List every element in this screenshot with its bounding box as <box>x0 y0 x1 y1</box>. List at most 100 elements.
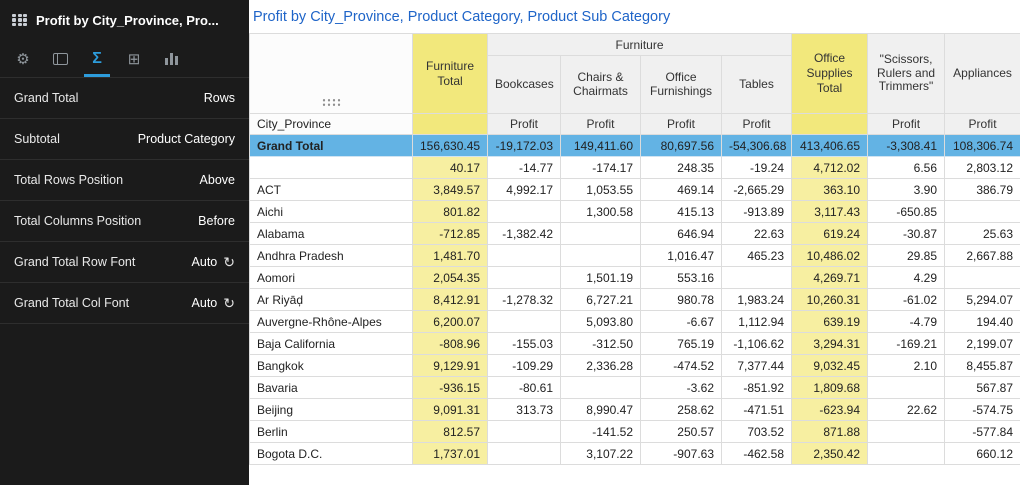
chart-icon[interactable] <box>158 40 184 77</box>
column-header-chairs-chairmats[interactable]: Chairs & Chairmats <box>560 55 641 114</box>
value-cell: 1,501.19 <box>560 266 641 289</box>
value-cell: 22.62 <box>867 398 946 421</box>
city-cell: Bangkok <box>249 354 413 377</box>
value-cell: 40.17 <box>412 156 488 179</box>
measure-header-profit[interactable]: Profit <box>640 113 722 135</box>
column-header-scissors-rulers-and-trimmers[interactable]: "Scissors, Rulers and Trimmers" <box>867 33 946 114</box>
grand-total-row: Grand Total 156,630.45 -19,172.03 149,411.6… <box>249 134 1020 157</box>
city-cell: Beijing <box>249 398 413 421</box>
city-cell: Ar Riyāḑ <box>249 288 413 311</box>
table-row-alabama: Alabama -712.85 -1,382.42 646.94 22.63 619.24… <box>249 222 1020 245</box>
value-cell: -4.79 <box>867 310 946 333</box>
setting-subtotal[interactable]: Subtotal Product Category <box>0 119 249 160</box>
grand-total-value-cell: -19,172.03 <box>487 134 561 157</box>
refresh-icon[interactable]: ↻ <box>223 255 235 269</box>
measure-header-blank <box>791 113 869 135</box>
column-header-furniture-total[interactable]: Furniture Total <box>412 33 488 114</box>
column-header-appliances[interactable]: Appliances <box>944 33 1020 114</box>
setting-grand-total-col-font[interactable]: Grand Total Col Font Auto ↻ <box>0 283 249 324</box>
value-cell: 6.56 <box>867 156 946 179</box>
value-cell: -80.61 <box>487 376 561 399</box>
table-row-andhra-pradesh: Andhra Pradesh 1,481.70 1,016.47 465.23 10,4… <box>249 244 1020 267</box>
drag-handle-icon[interactable] <box>321 98 341 106</box>
city-cell: Alabama <box>249 222 413 245</box>
value-cell: 8,990.47 <box>560 398 641 421</box>
setting-total-rows-position[interactable]: Total Rows Position Above <box>0 160 249 201</box>
setting-grand-total[interactable]: Grand Total Rows <box>0 78 249 119</box>
value-cell: -2,665.29 <box>720 178 793 201</box>
table-corner <box>249 33 413 114</box>
sigma-icon[interactable]: Σ <box>84 40 110 77</box>
measure-header-profit[interactable]: Profit <box>720 113 793 135</box>
value-cell: 2,350.42 <box>791 442 869 465</box>
column-header-office-supplies-total[interactable]: Office Supplies Total <box>791 33 869 114</box>
setting-total-columns-position[interactable]: Total Columns Position Before <box>0 201 249 242</box>
value-cell: 313.73 <box>487 398 561 421</box>
value-cell: 703.52 <box>720 420 793 443</box>
value-cell <box>560 222 641 245</box>
value-cell <box>944 266 1020 289</box>
table-row-blank: 40.17 -14.77 -174.17 248.35 -19.24 4,712.02 6.… <box>249 156 1020 179</box>
value-cell: 3,849.57 <box>412 178 488 201</box>
pivot-table-wrap: Furniture Total Furniture Office Supplies … <box>249 33 1020 465</box>
value-cell: 1,112.94 <box>720 310 793 333</box>
city-cell: Bavaria <box>249 376 413 399</box>
value-cell: 25.63 <box>944 222 1020 245</box>
value-cell: 3,107.22 <box>560 442 641 465</box>
setting-value[interactable]: Rows <box>204 91 235 105</box>
layout-icon[interactable] <box>47 40 73 77</box>
value-cell: 980.78 <box>640 288 722 311</box>
row-dimension-header[interactable]: City_Province <box>249 113 413 135</box>
column-group-furniture[interactable]: Furniture <box>486 33 793 56</box>
grand-total-value-cell: -3,308.41 <box>867 134 946 157</box>
city-cell: Andhra Pradesh <box>249 244 413 267</box>
measure-header-profit[interactable]: Profit <box>867 113 946 135</box>
table-row-berlin: Berlin 812.57 -141.52 250.57 703.52 871.88 -57… <box>249 420 1020 443</box>
bar-chart-icon <box>164 52 178 65</box>
settings-icon[interactable]: ⚙ <box>10 40 36 77</box>
column-header-office-furnishings[interactable]: Office Furnishings <box>640 55 722 114</box>
value-cell: 801.82 <box>412 200 488 223</box>
setting-value[interactable]: Above <box>200 173 235 187</box>
setting-value[interactable]: Auto ↻ <box>192 255 235 269</box>
value-cell: -471.51 <box>720 398 793 421</box>
setting-value[interactable]: Before <box>198 214 235 228</box>
value-cell: -907.63 <box>640 442 722 465</box>
measure-header-profit[interactable]: Profit <box>944 113 1020 135</box>
column-header-bookcases[interactable]: Bookcases <box>487 55 561 114</box>
settings-panel: Profit by City_Province, Pro... ⚙ Σ ⊞ Gr… <box>0 0 249 485</box>
value-cell: 4,269.71 <box>791 266 869 289</box>
grand-total-value-cell: 156,630.45 <box>412 134 488 157</box>
value-cell: 250.57 <box>640 420 722 443</box>
value-cell <box>487 200 561 223</box>
value-cell: -109.29 <box>487 354 561 377</box>
value-cell: 1,300.58 <box>560 200 641 223</box>
refresh-icon[interactable]: ↻ <box>223 296 235 310</box>
grand-total-value-cell: 108,306.74 <box>944 134 1020 157</box>
setting-grand-total-row-font[interactable]: Grand Total Row Font Auto ↻ <box>0 242 249 283</box>
value-cell: 465.23 <box>720 244 793 267</box>
value-cell: 5,294.07 <box>944 288 1020 311</box>
value-cell: 10,260.31 <box>791 288 869 311</box>
value-cell: 258.62 <box>640 398 722 421</box>
value-cell <box>720 266 793 289</box>
column-header-tables[interactable]: Tables <box>720 55 793 114</box>
table-row-auvergne-rh-ne-alpes: Auvergne-Rhône-Alpes 6,200.07 5,093.80 -6.6… <box>249 310 1020 333</box>
value-cell: 4,712.02 <box>791 156 869 179</box>
value-cell: 194.40 <box>944 310 1020 333</box>
value-cell: 2.10 <box>867 354 946 377</box>
measure-header-profit[interactable]: Profit <box>487 113 561 135</box>
city-cell: Bogota D.C. <box>249 442 413 465</box>
value-cell: 567.87 <box>944 376 1020 399</box>
setting-value[interactable]: Auto ↻ <box>192 296 235 310</box>
value-cell: 2,199.07 <box>944 332 1020 355</box>
grand-total-value-cell: 80,697.56 <box>640 134 722 157</box>
grand-total-label: Grand Total <box>249 134 413 157</box>
value-cell <box>560 244 641 267</box>
grid-icon[interactable]: ⊞ <box>121 40 147 77</box>
measure-header-profit[interactable]: Profit <box>560 113 641 135</box>
setting-value[interactable]: Product Category <box>138 132 235 146</box>
setting-label: Grand Total <box>14 91 79 105</box>
value-cell: 2,803.12 <box>944 156 1020 179</box>
value-cell: -19.24 <box>720 156 793 179</box>
